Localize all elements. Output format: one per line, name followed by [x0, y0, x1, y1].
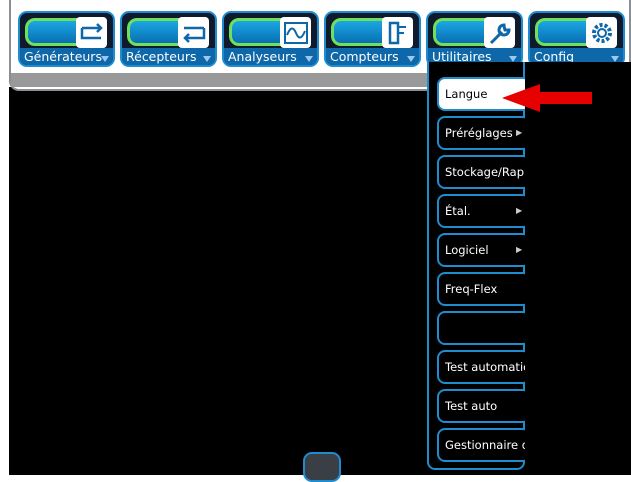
transfer-left-icon: [178, 17, 209, 48]
tab-compteurs[interactable]: Compteurs: [324, 11, 421, 67]
menu-item-logiciel[interactable]: Logiciel ▶: [437, 233, 531, 267]
chevron-down-icon: [305, 56, 313, 62]
counter-icon: [382, 17, 413, 48]
tab-label: Récepteurs: [126, 49, 197, 64]
menu-item-label: Logiciel: [445, 243, 489, 257]
wrench-icon: [484, 17, 515, 48]
chevron-right-icon: ▶: [516, 245, 523, 254]
red-arrow-icon: [502, 84, 592, 112]
display-right-panel: [525, 62, 631, 475]
tab-config[interactable]: Config: [528, 11, 625, 67]
menu-item-stockage[interactable]: Stockage/Rapp: [437, 155, 531, 189]
menu-item-label: Préréglages: [445, 126, 513, 140]
chevron-right-icon: ▶: [516, 128, 523, 137]
scroll-handle[interactable]: [303, 452, 341, 482]
waveform-icon: [280, 17, 311, 48]
menu-item-label: Test auto: [445, 399, 498, 413]
transfer-right-icon: [76, 17, 107, 48]
menu-item-test-automatic[interactable]: Test automatic: [437, 350, 531, 384]
menu-item-gestionnaire[interactable]: Gestionnaire d: [437, 428, 531, 462]
menu-item-etal[interactable]: Étal. ▶: [437, 194, 531, 228]
tab-label: Générateurs: [24, 49, 102, 64]
chevron-right-icon: ▶: [516, 206, 523, 215]
menu-item-label: Étal.: [445, 204, 471, 218]
menu-item-label: Stockage/Rapp: [445, 165, 531, 179]
menu-item-empty[interactable]: [437, 311, 531, 345]
menu-item-label: Langue: [445, 87, 488, 101]
menu-item-test-auto[interactable]: Test auto: [437, 389, 531, 423]
menu-item-label: Gestionnaire d: [445, 438, 530, 452]
chevron-down-icon: [203, 56, 211, 62]
tab-label: Analyseurs: [228, 49, 297, 64]
tab-generateurs[interactable]: Générateurs: [18, 11, 115, 67]
tab-analyseurs[interactable]: Analyseurs: [222, 11, 319, 67]
menu-item-freq-flex[interactable]: Freq-Flex: [437, 272, 531, 306]
gear-icon: [586, 17, 617, 48]
menu-item-label: Test automatic: [445, 360, 530, 374]
tab-utilitaires[interactable]: Utilitaires: [426, 11, 523, 67]
menu-item-prereglages[interactable]: Préréglages ▶: [437, 116, 531, 150]
chevron-down-icon: [101, 56, 109, 62]
menu-item-label: Freq-Flex: [445, 282, 498, 296]
tab-label: Compteurs: [330, 49, 399, 64]
chevron-down-icon: [407, 56, 415, 62]
tab-recepteurs[interactable]: Récepteurs: [120, 11, 217, 67]
